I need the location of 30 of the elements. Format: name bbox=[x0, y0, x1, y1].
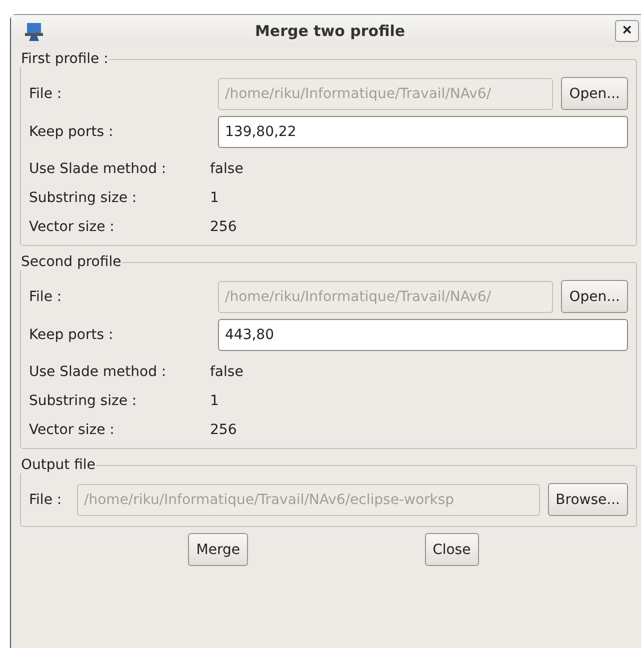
info-label: Vector size : bbox=[29, 218, 116, 234]
field-label: Keep ports : bbox=[29, 124, 114, 140]
field-label: File : bbox=[29, 492, 63, 508]
info-value: 1 bbox=[210, 392, 219, 408]
info-label: Substring size : bbox=[29, 190, 138, 206]
group-legend: Output file bbox=[20, 457, 96, 473]
group-legend: Second profile bbox=[20, 254, 122, 270]
info-value: 256 bbox=[210, 218, 237, 234]
field-label: Keep ports : bbox=[29, 327, 114, 343]
window-title: Merge two profile bbox=[254, 22, 406, 40]
close-dialog-button[interactable]: Close bbox=[424, 533, 479, 566]
field-label: File : bbox=[29, 86, 63, 102]
info-label: Substring size : bbox=[29, 392, 138, 408]
ports-field[interactable]: 139,80,22 bbox=[218, 116, 628, 148]
info-value: 1 bbox=[210, 190, 219, 206]
merge-button[interactable]: Merge bbox=[188, 533, 248, 566]
info-label: Use Slade method : bbox=[29, 160, 168, 176]
group-legend: First profile : bbox=[20, 51, 110, 67]
info-label: Use Slade method : bbox=[29, 364, 168, 380]
info-value: 256 bbox=[210, 422, 237, 438]
info-value: false bbox=[210, 364, 244, 380]
browse-button[interactable]: Browse... bbox=[548, 483, 628, 516]
field-label: File : bbox=[29, 288, 63, 304]
close-button[interactable]: × bbox=[615, 20, 639, 42]
app-icon bbox=[23, 20, 45, 42]
open-button[interactable]: Open... bbox=[561, 77, 628, 110]
info-value: false bbox=[210, 160, 244, 176]
info-label: Vector size : bbox=[29, 422, 116, 438]
open-button[interactable]: Open... bbox=[561, 280, 628, 313]
ports-field[interactable]: 443,80 bbox=[218, 319, 628, 351]
